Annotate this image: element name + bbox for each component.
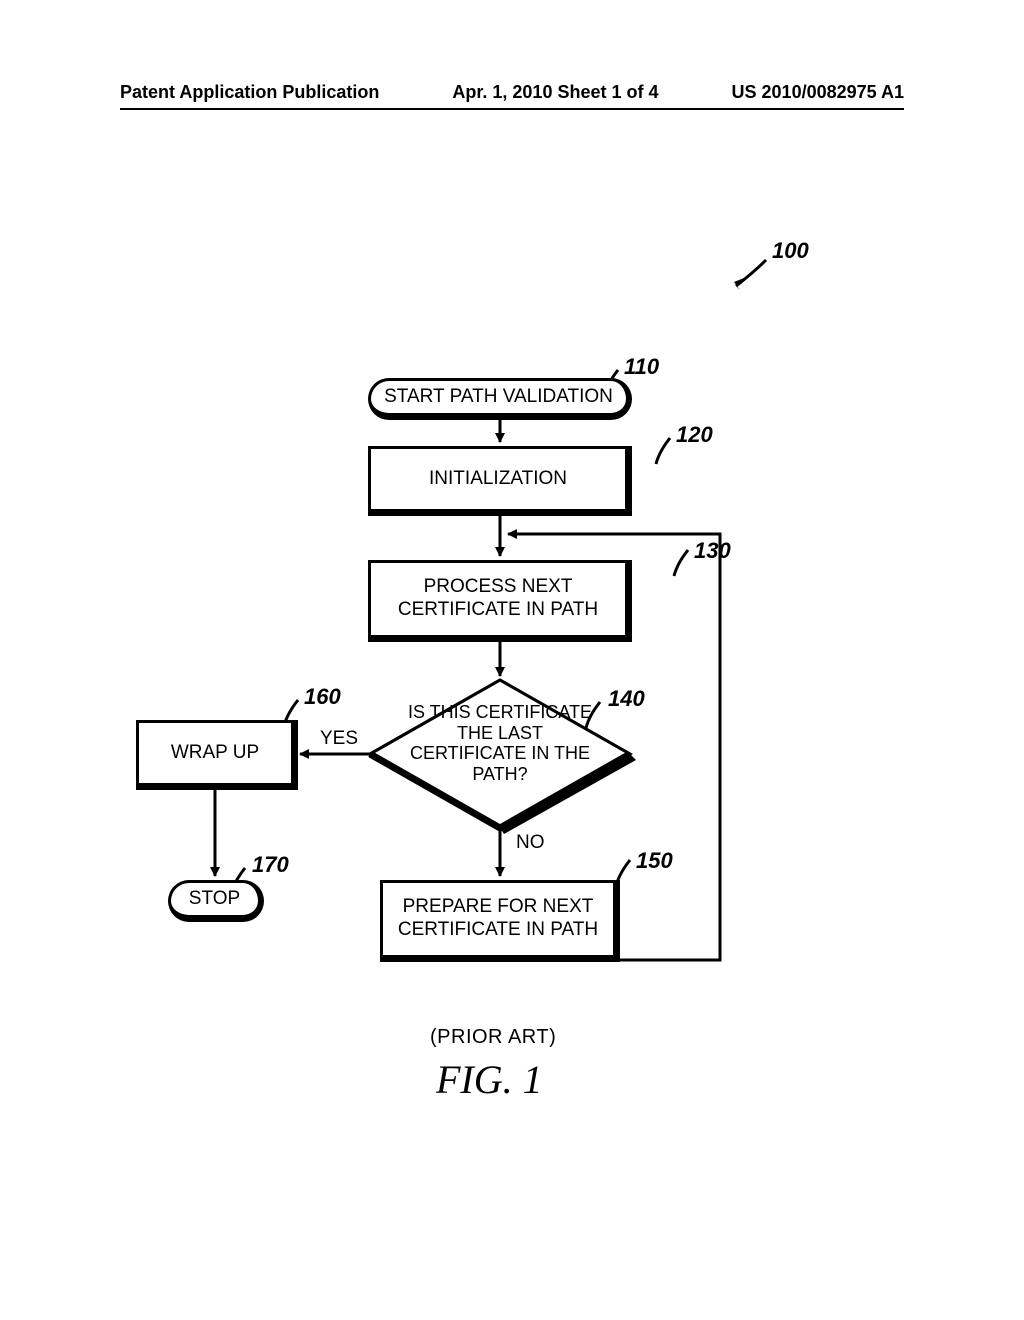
header-rule — [120, 108, 904, 110]
ref-130: 130 — [694, 538, 731, 564]
header-center: Apr. 1, 2010 Sheet 1 of 4 — [452, 82, 658, 103]
node-wrapup-label: WRAP UP — [171, 742, 259, 765]
ref-110: 110 — [624, 354, 659, 380]
node-start-label: START PATH VALIDATION — [384, 386, 613, 408]
node-start: START PATH VALIDATION — [368, 378, 632, 420]
prior-art-label: (PRIOR ART) — [430, 1026, 556, 1049]
header-right: US 2010/0082975 A1 — [732, 82, 904, 103]
ref-150: 150 — [636, 848, 673, 874]
header-left: Patent Application Publication — [120, 82, 379, 103]
figure-label: FIG. 1 — [436, 1056, 543, 1103]
node-init-label: INITIALIZATION — [429, 468, 567, 491]
node-decision-label: IS THIS CERTIFICATE THE LAST CERTIFICATE… — [408, 702, 592, 784]
node-init: INITIALIZATION — [368, 446, 632, 516]
edge-no: NO — [516, 832, 545, 854]
flowchart: 100 110 120 130 140 150 160 170 START PA… — [120, 220, 904, 1120]
ref-140: 140 — [608, 686, 645, 712]
ref-120: 120 — [676, 422, 713, 448]
node-decision: IS THIS CERTIFICATE THE LAST CERTIFICATE… — [398, 702, 602, 785]
node-process: PROCESS NEXT CERTIFICATE IN PATH — [368, 560, 632, 642]
node-wrapup: WRAP UP — [136, 720, 298, 790]
connectors-svg — [120, 220, 904, 1120]
page-header: Patent Application Publication Apr. 1, 2… — [0, 82, 1024, 103]
node-prepare-label: PREPARE FOR NEXT CERTIFICATE IN PATH — [389, 896, 607, 942]
ref-100: 100 — [772, 238, 809, 264]
ref-170: 170 — [252, 852, 289, 878]
node-process-label: PROCESS NEXT CERTIFICATE IN PATH — [377, 576, 619, 622]
edge-yes: YES — [320, 728, 358, 750]
node-stop-label: STOP — [189, 888, 240, 910]
node-stop: STOP — [168, 880, 264, 922]
page: Patent Application Publication Apr. 1, 2… — [0, 0, 1024, 1320]
node-prepare: PREPARE FOR NEXT CERTIFICATE IN PATH — [380, 880, 620, 962]
ref-160: 160 — [304, 684, 341, 710]
